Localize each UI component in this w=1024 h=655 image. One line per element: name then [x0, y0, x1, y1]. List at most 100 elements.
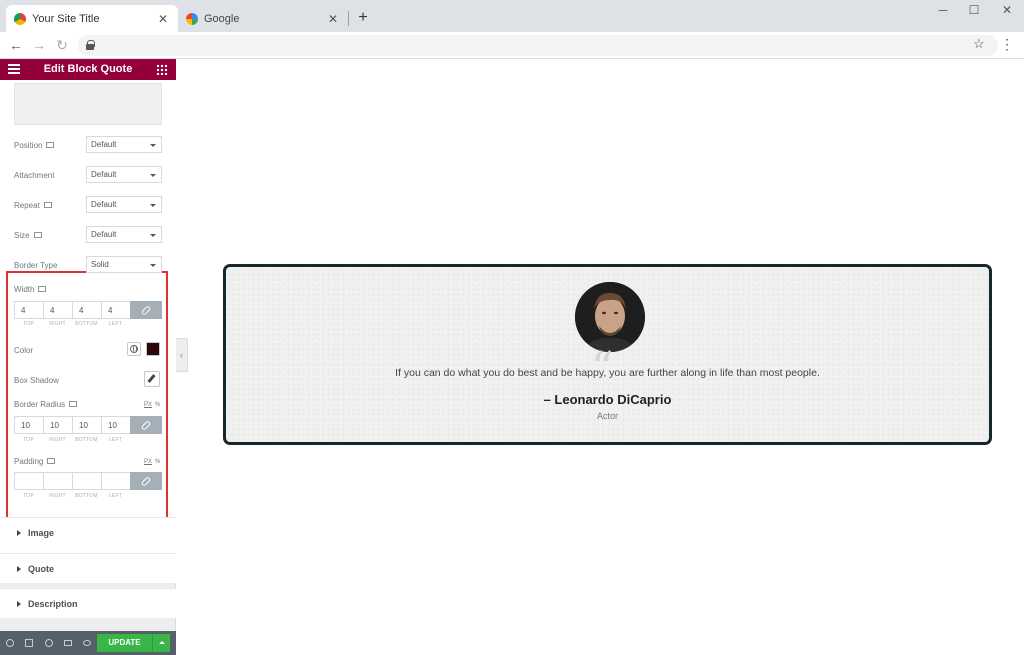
address-bar[interactable]: [78, 35, 998, 56]
attachment-label: Attachment: [14, 171, 55, 180]
padding-dimensions: [14, 472, 162, 490]
new-tab-button[interactable]: +: [355, 9, 371, 27]
border-radius-label: Border Radius: [14, 400, 78, 409]
dim-label-right: RIGHT: [49, 437, 66, 443]
update-button[interactable]: UPDATE: [97, 634, 152, 652]
padding-top-input[interactable]: [14, 472, 43, 490]
panel-title: Edit Block Quote: [43, 63, 133, 75]
link-icon: [140, 475, 152, 487]
radius-bottom-input[interactable]: 10: [72, 416, 101, 434]
google-favicon-icon: [186, 12, 198, 25]
section-label: Quote: [28, 564, 54, 574]
block-quote-widget[interactable]: “ If you can do what you do best and be …: [223, 264, 992, 445]
browser-menu-icon[interactable]: ⋮: [1000, 36, 1014, 53]
link-values-button[interactable]: [130, 301, 162, 319]
quote-author: – Leonardo DiCaprio: [543, 392, 672, 407]
color-label: Color: [14, 346, 34, 355]
tab-separator: [348, 11, 349, 26]
radius-top-input[interactable]: 10: [14, 416, 43, 434]
width-dim-labels: TOP RIGHT BOTTOM LEFT: [14, 321, 132, 327]
width-top-input[interactable]: 4: [14, 301, 43, 319]
responsive-monitor-icon[interactable]: [38, 286, 47, 292]
width-label: Width: [14, 285, 47, 294]
address-bar-row: ← → ↻ ☆ ⋮: [0, 32, 1024, 59]
radius-left-input[interactable]: 10: [101, 416, 130, 434]
caret-right-icon: [17, 601, 21, 607]
size-label: Size: [14, 231, 42, 240]
settings-gear-icon[interactable]: [6, 639, 14, 647]
lock-icon: [86, 40, 95, 50]
link-icon: [140, 304, 152, 316]
history-icon[interactable]: [45, 639, 53, 647]
global-colors-button[interactable]: [127, 342, 141, 356]
bookmark-star-icon[interactable]: ☆: [973, 36, 985, 52]
color-swatch[interactable]: [146, 342, 160, 356]
chrome-favicon-icon: [14, 12, 26, 25]
tab-google[interactable]: Google ✕: [178, 5, 348, 32]
responsive-monitor-icon[interactable]: [43, 202, 52, 208]
section-image[interactable]: Image: [0, 517, 176, 547]
dim-label-top: TOP: [23, 437, 34, 443]
panel-footer: UPDATE: [0, 631, 176, 655]
position-label: Position: [14, 141, 55, 150]
link-values-button[interactable]: [130, 416, 162, 434]
author-avatar: [575, 282, 645, 352]
editor-panel: Edit Block Quote Position Default Attach…: [0, 59, 176, 655]
attachment-select[interactable]: Default: [86, 166, 162, 183]
navigator-layers-icon[interactable]: [25, 639, 33, 647]
padding-left-input[interactable]: [101, 472, 130, 490]
dim-label-top: TOP: [23, 493, 34, 499]
border-type-select[interactable]: Solid: [86, 256, 162, 273]
responsive-monitor-icon[interactable]: [69, 401, 78, 407]
position-select[interactable]: Default: [86, 136, 162, 153]
tab-close-icon[interactable]: ✕: [326, 12, 340, 26]
dim-label-right: RIGHT: [49, 493, 66, 499]
radius-right-input[interactable]: 10: [43, 416, 72, 434]
responsive-mode-icon[interactable]: [64, 640, 72, 646]
unit-percent[interactable]: %: [155, 402, 160, 408]
window-close-button[interactable]: ✕: [998, 3, 1016, 17]
unit-px[interactable]: PX: [144, 402, 152, 408]
caret-right-icon: [17, 530, 21, 536]
preview-eye-icon[interactable]: [83, 640, 91, 646]
collapse-panel-button[interactable]: ‹: [176, 338, 188, 372]
reload-button[interactable]: ↻: [54, 37, 70, 53]
dim-label-left: LEFT: [108, 321, 123, 327]
dim-label-bottom: BOTTOM: [75, 493, 98, 499]
responsive-monitor-icon[interactable]: [46, 142, 55, 148]
link-values-button[interactable]: [130, 472, 162, 490]
back-button[interactable]: ←: [8, 37, 24, 53]
tab-title: Google: [204, 12, 240, 25]
tab-your-site-title[interactable]: Your Site Title ✕: [6, 5, 178, 32]
background-image-preview[interactable]: [14, 83, 162, 125]
quote-role: Actor: [596, 411, 618, 421]
dim-label-right: RIGHT: [49, 321, 66, 327]
section-quote[interactable]: Quote: [0, 553, 176, 583]
dim-label-top: TOP: [23, 321, 34, 327]
panel-header: Edit Block Quote: [0, 59, 176, 80]
radius-dim-labels: TOP RIGHT BOTTOM LEFT: [14, 437, 132, 443]
forward-button[interactable]: →: [31, 37, 47, 53]
tab-close-icon[interactable]: ✕: [156, 12, 170, 26]
minimize-button[interactable]: ─: [934, 3, 952, 17]
width-right-input[interactable]: 4: [43, 301, 72, 319]
repeat-select[interactable]: Default: [86, 196, 162, 213]
width-left-input[interactable]: 4: [101, 301, 130, 319]
widgets-grid-icon[interactable]: [156, 64, 167, 75]
padding-label: Padding: [14, 457, 56, 466]
responsive-monitor-icon[interactable]: [33, 232, 42, 238]
responsive-monitor-icon[interactable]: [47, 458, 56, 464]
panel-body: Position Default Attachment Default Repe…: [0, 80, 176, 570]
unit-px[interactable]: PX: [144, 459, 152, 465]
section-label: Description: [28, 599, 78, 609]
width-bottom-input[interactable]: 4: [72, 301, 101, 319]
unit-percent[interactable]: %: [155, 459, 160, 465]
maximize-button[interactable]: ☐: [965, 3, 983, 17]
padding-bottom-input[interactable]: [72, 472, 101, 490]
dim-label-bottom: BOTTOM: [75, 437, 98, 443]
box-shadow-edit-button[interactable]: [144, 371, 160, 387]
update-options-button[interactable]: [152, 634, 170, 652]
size-select[interactable]: Default: [86, 226, 162, 243]
section-description[interactable]: Description: [0, 588, 176, 618]
padding-right-input[interactable]: [43, 472, 72, 490]
